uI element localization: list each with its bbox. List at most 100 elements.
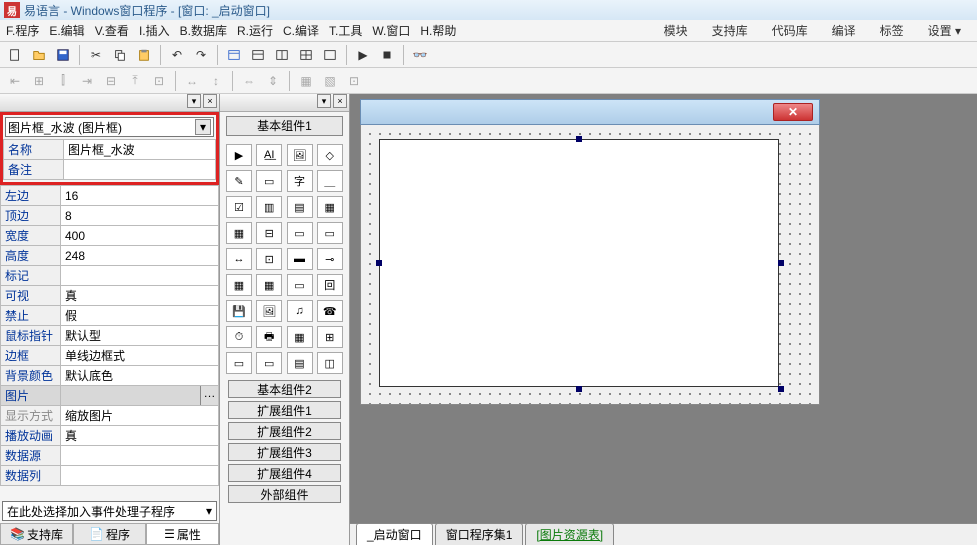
menu-view[interactable]: V.查看 (95, 22, 129, 39)
resize-handle[interactable] (576, 136, 582, 142)
new-icon[interactable] (4, 44, 26, 66)
tab-attributes[interactable]: ☰属性 (146, 524, 219, 545)
run-icon[interactable]: ▶ (352, 44, 374, 66)
ellipsis-button[interactable]: … (200, 386, 218, 405)
palette-group-ext1[interactable]: 扩展组件1 (228, 401, 341, 419)
grid4-icon[interactable] (319, 44, 341, 66)
tab-supportlib[interactable]: 📚支持库 (0, 524, 73, 545)
tool-data-icon[interactable]: ▦ (287, 326, 313, 348)
resize-handle[interactable] (778, 386, 784, 392)
form-close-button[interactable]: ✕ (773, 103, 813, 121)
tool-edit-icon[interactable]: ✎ (226, 170, 252, 192)
tool-device-icon[interactable]: ☎ (317, 300, 343, 322)
palette-group-ext3[interactable]: 扩展组件3 (228, 443, 341, 461)
form-window[interactable]: ✕ (360, 99, 820, 405)
find-icon[interactable]: 👓 (409, 44, 431, 66)
cut-icon[interactable]: ✂ (85, 44, 107, 66)
prop-value[interactable] (61, 466, 219, 486)
menu-codelib[interactable]: 代码库 (772, 22, 808, 39)
tool-print-icon[interactable]: 🖶 (256, 326, 282, 348)
tool-checkbox-icon[interactable]: ☑ (226, 196, 252, 218)
menu-file[interactable]: F.程序 (6, 22, 39, 39)
menu-help[interactable]: H.帮助 (420, 22, 456, 39)
tool-button-icon[interactable]: ▭ (256, 170, 282, 192)
undo-icon[interactable]: ↶ (166, 44, 188, 66)
panel-menu-icon[interactable]: ▾ (317, 94, 331, 108)
palette-group-basic1[interactable]: 基本组件1 (226, 116, 343, 136)
stop-icon[interactable] (376, 44, 398, 66)
tool-report-icon[interactable]: ▤ (287, 352, 313, 374)
copy-icon[interactable] (109, 44, 131, 66)
grid1-icon[interactable] (247, 44, 269, 66)
resize-handle[interactable] (376, 260, 382, 266)
menu-run[interactable]: R.运行 (237, 22, 273, 39)
tool-picture-icon[interactable]: 🖼 (287, 144, 313, 166)
prop-value[interactable]: 假 (61, 306, 219, 326)
tool-window-icon[interactable]: ▭ (226, 352, 252, 374)
dropdown-icon[interactable]: ▾ (195, 119, 211, 135)
prop-value[interactable]: 真 (61, 286, 219, 306)
prop-value[interactable]: 默认底色 (61, 366, 219, 386)
palette-group-ext4[interactable]: 扩展组件4 (228, 464, 341, 482)
tool-timer-icon[interactable]: ⏱ (226, 326, 252, 348)
menu-tag[interactable]: 标签 (880, 22, 904, 39)
prop-value[interactable]: 8 (61, 206, 219, 226)
tool-tab-icon[interactable]: ▭ (287, 222, 313, 244)
menu-compile[interactable]: C.编译 (283, 22, 319, 39)
panel-close-icon[interactable]: × (203, 94, 217, 108)
tab-resource-table[interactable]: [图片资源表] (525, 523, 614, 545)
paste-icon[interactable] (133, 44, 155, 66)
menu-settings[interactable]: 设置 ▾ (928, 22, 961, 39)
tab-program-set[interactable]: 窗口程序集1 (435, 523, 524, 545)
menu-database[interactable]: B.数据库 (180, 22, 227, 39)
prop-value[interactable] (61, 446, 219, 466)
tool-tree-icon[interactable]: ⊟ (256, 222, 282, 244)
grid3-icon[interactable] (295, 44, 317, 66)
tool-panel-icon[interactable]: ▭ (317, 222, 343, 244)
prop-value[interactable]: 单线边框式 (61, 346, 219, 366)
prop-value[interactable]: … (61, 386, 219, 406)
tool-label-icon[interactable]: A̲I̲ (256, 144, 282, 166)
tool-slider-icon[interactable]: ⊸ (317, 248, 343, 270)
menu-insert[interactable]: I.插入 (139, 22, 170, 39)
resize-handle[interactable] (778, 260, 784, 266)
tool-listbox-icon[interactable]: ▦ (317, 196, 343, 218)
tool-shape-icon[interactable]: ◇ (317, 144, 343, 166)
prop-value[interactable]: 默认型 (61, 326, 219, 346)
grid2-icon[interactable] (271, 44, 293, 66)
open-icon[interactable] (28, 44, 50, 66)
palette-group-ext2[interactable]: 扩展组件2 (228, 422, 341, 440)
menu-module[interactable]: 模块 (664, 22, 688, 39)
prop-value[interactable]: 真 (61, 426, 219, 446)
event-selector[interactable]: 在此处选择加入事件处理子程序 ▾ (2, 501, 217, 521)
tool-vscroll-icon[interactable]: ⊡ (256, 248, 282, 270)
dropdown-icon[interactable]: ▾ (206, 504, 212, 518)
tab-program[interactable]: 📄程序 (73, 524, 146, 545)
prop-value[interactable]: 图片框_水波 (64, 140, 216, 160)
resize-handle[interactable] (576, 386, 582, 392)
tool-group-icon[interactable]: 回 (317, 274, 343, 296)
panel-menu-icon[interactable]: ▾ (187, 94, 201, 108)
tool-image-icon[interactable]: 🖼 (256, 300, 282, 322)
redo-icon[interactable]: ↷ (190, 44, 212, 66)
prop-value[interactable]: 248 (61, 246, 219, 266)
tool-db-icon[interactable]: ⊞ (317, 326, 343, 348)
tool-calendar-icon[interactable]: ▦ (256, 274, 282, 296)
tool-combo-icon[interactable]: ▥ (256, 196, 282, 218)
tab-startup-window[interactable]: _启动窗口 (356, 523, 433, 545)
save-icon[interactable] (52, 44, 74, 66)
menu-supportlib[interactable]: 支持库 (712, 22, 748, 39)
prop-value[interactable]: 400 (61, 226, 219, 246)
tool-frame-icon[interactable]: ▭ (287, 274, 313, 296)
menu-edit[interactable]: E.编辑 (49, 22, 84, 39)
picture-box-component[interactable] (379, 139, 779, 387)
tool-media-icon[interactable]: ♫ (287, 300, 313, 322)
tool-dialog-icon[interactable]: ▭ (256, 352, 282, 374)
canvas-area[interactable]: ✕ (350, 94, 977, 523)
palette-group-basic2[interactable]: 基本组件2 (228, 380, 341, 398)
prop-value[interactable] (64, 160, 216, 180)
window-icon[interactable] (223, 44, 245, 66)
tool-line-icon[interactable]: ＿ (317, 170, 343, 192)
panel-close-icon[interactable]: × (333, 94, 347, 108)
menu-window[interactable]: W.窗口 (372, 22, 410, 39)
